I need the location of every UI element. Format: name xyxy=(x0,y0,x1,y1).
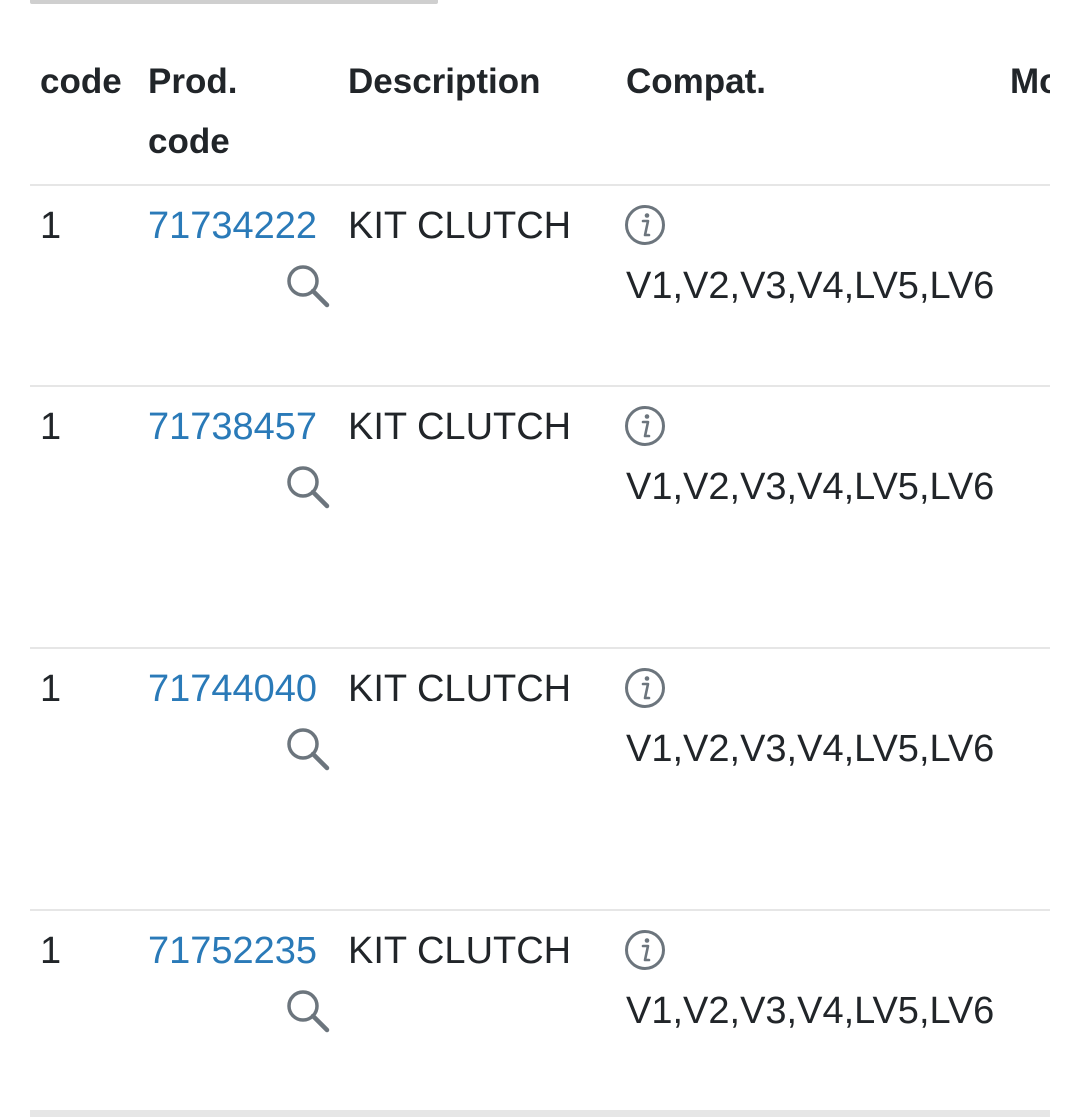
header-description[interactable]: Description xyxy=(348,52,541,112)
search-icon[interactable] xyxy=(284,987,332,1035)
table-row: 1 71752235 KIT CLUTCH V1,V2,V3,V4,LV5,LV… xyxy=(30,911,1050,1108)
header-more[interactable]: Mo xyxy=(1010,52,1050,112)
table-header: code Prod. code Description Compat. Mo xyxy=(30,0,1050,186)
row-code: 1 xyxy=(40,406,62,448)
info-icon[interactable] xyxy=(624,405,666,447)
row-description: KIT CLUTCH xyxy=(348,406,572,448)
row-code: 1 xyxy=(40,205,62,247)
header-prod-code[interactable]: Prod. code xyxy=(148,52,258,172)
page: code Prod. code Description Compat. Mo 1… xyxy=(0,0,1080,1117)
header-compat[interactable]: Compat. xyxy=(626,52,766,112)
search-icon[interactable] xyxy=(284,463,332,511)
table-row: 1 71744040 KIT CLUTCH V1,V2,V3,V4,LV5,LV… xyxy=(30,649,1050,911)
header-code[interactable]: code xyxy=(40,52,122,112)
row-description: KIT CLUTCH xyxy=(348,668,572,710)
table-bottom-divider xyxy=(30,1110,1050,1117)
table-row: 1 71734222 KIT CLUTCH V1,V2,V3,V4,LV5,LV… xyxy=(30,186,1050,387)
product-code-link[interactable]: 71738457 xyxy=(148,397,317,457)
row-description: KIT CLUTCH xyxy=(348,205,572,247)
product-code-link[interactable]: 71744040 xyxy=(148,659,317,719)
info-icon[interactable] xyxy=(624,929,666,971)
product-code-link[interactable]: 71752235 xyxy=(148,921,317,981)
search-icon[interactable] xyxy=(284,262,332,310)
row-compat: V1,V2,V3,V4,LV5,LV6 xyxy=(626,466,995,508)
row-compat: V1,V2,V3,V4,LV5,LV6 xyxy=(626,265,995,307)
row-description: KIT CLUTCH xyxy=(348,930,572,972)
table-row: 1 71738457 KIT CLUTCH V1,V2,V3,V4,LV5,LV… xyxy=(30,387,1050,649)
row-code: 1 xyxy=(40,668,62,710)
row-code: 1 xyxy=(40,930,62,972)
product-code-link[interactable]: 71734222 xyxy=(148,196,317,256)
parts-table: code Prod. code Description Compat. Mo 1… xyxy=(30,0,1050,1117)
info-icon[interactable] xyxy=(624,667,666,709)
search-icon[interactable] xyxy=(284,725,332,773)
row-compat: V1,V2,V3,V4,LV5,LV6 xyxy=(626,990,995,1032)
info-icon[interactable] xyxy=(624,204,666,246)
row-compat: V1,V2,V3,V4,LV5,LV6 xyxy=(626,728,995,770)
